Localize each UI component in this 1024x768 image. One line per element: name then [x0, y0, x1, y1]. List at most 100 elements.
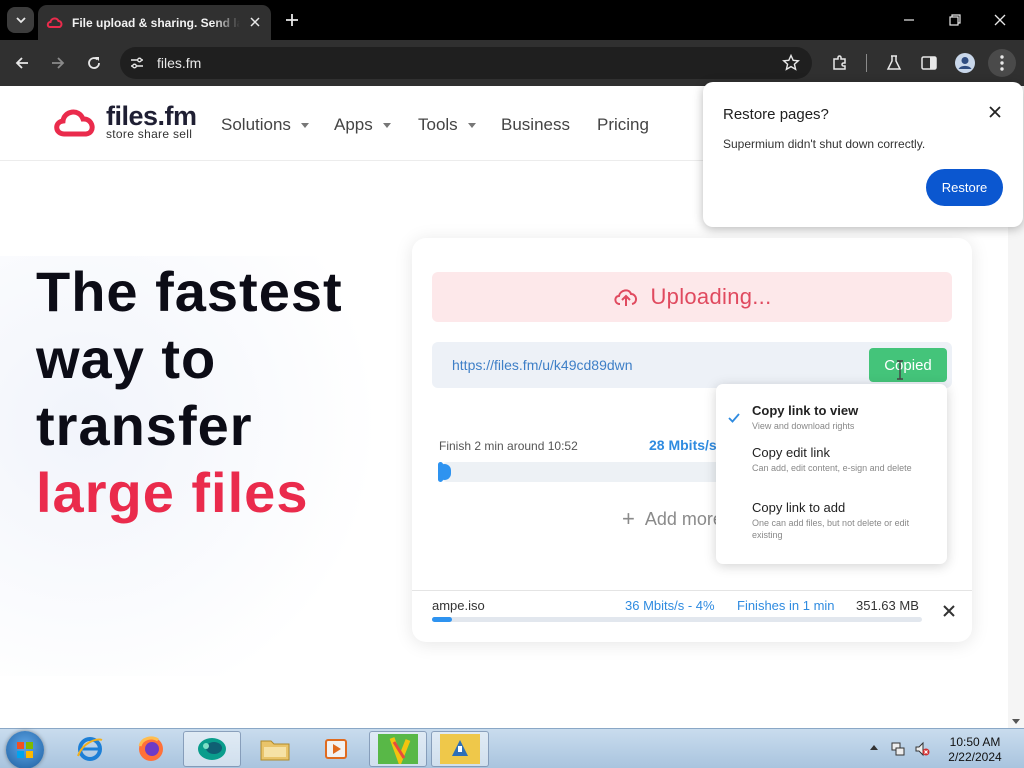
nav-pricing[interactable]: Pricing: [597, 115, 649, 135]
internet-explorer-icon: [77, 737, 103, 761]
menu-item-desc: One can add files, but not delete or edi…: [752, 518, 910, 540]
menu-item-copy-edit-link[interactable]: Copy edit link Can add, edit content, e-…: [752, 445, 932, 474]
minimize-button[interactable]: [889, 6, 929, 34]
side-panel-icon: [921, 56, 937, 70]
nav-pricing-label: Pricing: [597, 115, 649, 134]
clock-date: 2/22/2024: [948, 750, 1002, 764]
check-icon: [728, 413, 740, 423]
taskbar-app-yellow[interactable]: [431, 731, 489, 767]
clock-time: 10:50 AM: [949, 735, 1001, 749]
nav-apps[interactable]: Apps: [334, 115, 391, 135]
browser-tab[interactable]: File upload & sharing. Send large files: [38, 5, 271, 40]
folder-icon: [260, 740, 290, 761]
menu-item-copy-add-link[interactable]: Copy link to add One can add files, but …: [752, 500, 932, 541]
file-name: ampe.iso: [432, 598, 485, 613]
copy-link-button[interactable]: Copied: [869, 348, 947, 382]
menu-item-copy-view-link[interactable]: Copy link to view View and download righ…: [752, 403, 932, 432]
text-cursor-icon: [897, 360, 903, 380]
file-eta: Finishes in 1 min: [737, 598, 835, 613]
restore-dialog-title: Restore pages?: [723, 106, 829, 123]
arrow-right-icon: [52, 57, 65, 69]
finish-estimate: Finish 2 min around 10:52: [439, 439, 578, 453]
caret-down-icon: [467, 122, 476, 128]
copy-link-menu: Copy link to view View and download righ…: [716, 384, 947, 564]
nav-solutions[interactable]: Solutions: [221, 115, 309, 135]
windows-taskbar: 10:50 AM 2/22/2024: [0, 728, 1024, 768]
plus-icon: +: [622, 506, 635, 531]
menu-item-title: Copy link to view: [752, 403, 859, 418]
files-fm-favicon-icon: [46, 17, 63, 28]
start-button[interactable]: [6, 731, 44, 768]
share-link-text[interactable]: https://files.fm/u/k49cd89dwn: [452, 357, 633, 373]
forward-button[interactable]: [44, 49, 72, 77]
nav-business[interactable]: Business: [501, 115, 570, 135]
remove-file-icon[interactable]: [942, 604, 956, 618]
plus-icon: [286, 14, 298, 26]
hero-line-3: transfer: [36, 394, 253, 457]
taskbar-clock[interactable]: 10:50 AM 2/22/2024: [940, 735, 1010, 765]
tab-strip: File upload & sharing. Send large files: [0, 0, 1024, 40]
nav-business-label: Business: [501, 115, 570, 134]
add-more-button[interactable]: + Add more: [622, 506, 723, 532]
back-button[interactable]: [8, 49, 36, 77]
file-progress-fill: [432, 617, 452, 622]
address-bar[interactable]: files.fm: [120, 47, 812, 79]
firefox-icon: [138, 736, 163, 761]
restore-pages-dialog: Restore pages? Supermium didn't shut dow…: [703, 82, 1023, 227]
share-link-box[interactable]: https://files.fm/u/k49cd89dwn Copied: [432, 342, 952, 388]
close-icon[interactable]: [989, 106, 1001, 118]
restore-window-button[interactable]: [935, 6, 975, 34]
taskbar-media-player[interactable]: [307, 731, 365, 767]
minimize-icon: [904, 19, 914, 21]
windows-logo-icon: [17, 742, 33, 758]
taskbar-app-green[interactable]: [369, 731, 427, 767]
reload-button[interactable]: [80, 49, 108, 77]
restore-window-icon: [949, 14, 961, 26]
close-window-button[interactable]: [980, 6, 1020, 34]
upload-status-text: Uploading...: [650, 284, 772, 309]
file-progress-bar: [432, 617, 922, 622]
browser-menu-button[interactable]: [988, 49, 1016, 77]
site-logo[interactable]: files.fm store share sell: [52, 103, 197, 140]
volume-muted-icon[interactable]: [914, 741, 930, 757]
app-green-icon: [378, 734, 418, 764]
taskbar-file-explorer[interactable]: [246, 731, 304, 767]
nav-apps-label: Apps: [334, 115, 373, 134]
app-yellow-icon: [440, 734, 480, 764]
file-row: ampe.iso 36 Mbits/s - 4% Finishes in 1 m…: [412, 590, 972, 642]
taskbar-firefox[interactable]: [122, 731, 180, 767]
tray-expand-icon[interactable]: [870, 745, 878, 750]
toolbar-separator: [866, 54, 867, 72]
avatar-icon: [955, 53, 975, 73]
overall-progress-knob: [438, 464, 451, 480]
menu-item-desc: Can add, edit content, e-sign and delete: [752, 463, 912, 473]
hero-heading: The fastest way to transfer large files: [36, 258, 343, 526]
taskbar-internet-explorer[interactable]: [61, 731, 119, 767]
new-tab-button[interactable]: [281, 9, 303, 31]
network-icon[interactable]: [890, 741, 906, 757]
restore-button[interactable]: Restore: [926, 169, 1003, 206]
profile-button[interactable]: [951, 49, 979, 77]
site-settings-icon[interactable]: [129, 55, 145, 71]
nav-tools[interactable]: Tools: [418, 115, 476, 135]
files-fm-logo-icon: [54, 109, 95, 137]
bookmark-star-icon[interactable]: [782, 54, 800, 72]
scroll-down-arrow-icon[interactable]: [1012, 719, 1020, 724]
caret-down-icon: [300, 122, 309, 128]
side-panel-button[interactable]: [915, 49, 943, 77]
taskbar-supermium[interactable]: [183, 731, 241, 767]
extensions-button[interactable]: [826, 49, 854, 77]
supermium-icon: [198, 738, 226, 760]
menu-item-title: Copy edit link: [752, 445, 831, 460]
upload-status-bar: Uploading...: [432, 272, 952, 322]
media-player-icon: [325, 739, 347, 759]
hero-line-2: way to: [36, 327, 217, 390]
nav-solutions-label: Solutions: [221, 115, 291, 134]
labs-button[interactable]: [880, 49, 908, 77]
tab-search-button[interactable]: [7, 7, 34, 33]
puzzle-icon: [833, 55, 846, 70]
tab-close-icon[interactable]: [247, 14, 263, 30]
caret-down-icon: [382, 122, 391, 128]
browser-toolbar: files.fm: [0, 40, 1024, 86]
file-size: 351.63 MB: [856, 598, 919, 613]
